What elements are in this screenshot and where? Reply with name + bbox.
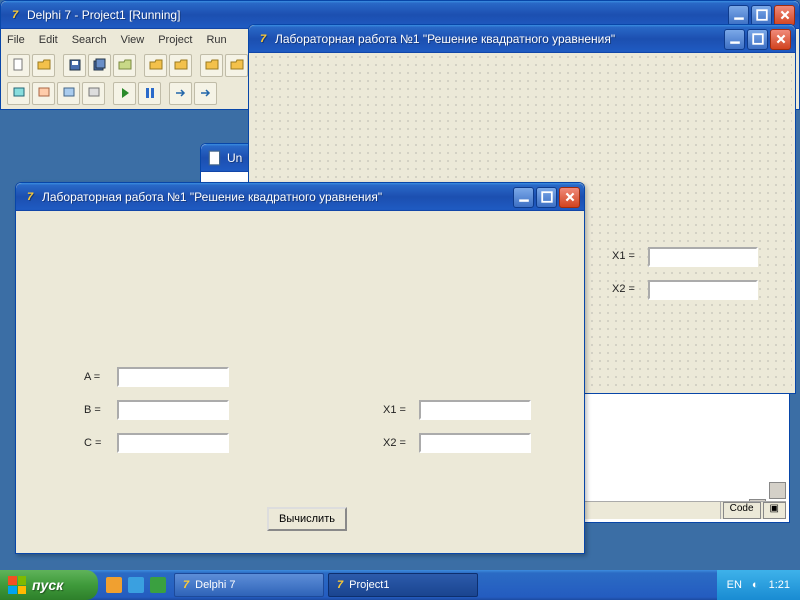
output-x1[interactable] — [419, 400, 531, 420]
label-b: B = — [84, 404, 101, 416]
designer-edit-x2[interactable] — [648, 280, 758, 300]
app-titlebar[interactable]: 7 Лабораторная работа №1 "Решение квадра… — [16, 183, 584, 211]
menu-file[interactable]: File — [7, 34, 25, 46]
delphi-icon: 7 — [22, 189, 38, 205]
save-button[interactable] — [63, 54, 86, 77]
folder1-button[interactable] — [144, 54, 167, 77]
ide-title: Delphi 7 - Project1 [Running] — [27, 8, 726, 22]
quicklaunch — [106, 577, 166, 593]
close-button[interactable] — [770, 29, 791, 50]
folder4-button[interactable] — [225, 54, 248, 77]
system-tray: EN ◐ 1:21 — [717, 570, 800, 600]
saveall-button[interactable] — [88, 54, 111, 77]
run-button[interactable] — [113, 82, 136, 105]
clock: 1:21 — [769, 579, 790, 591]
menu-run[interactable]: Run — [206, 34, 226, 46]
maximize-button[interactable] — [747, 29, 768, 50]
label-x1: X1 = — [383, 404, 406, 416]
minimize-button[interactable] — [513, 187, 534, 208]
label-x2: X2 = — [383, 437, 406, 449]
designer-label-x1[interactable]: X1 = — [612, 250, 635, 262]
view3-button[interactable] — [57, 82, 80, 105]
input-c[interactable] — [117, 433, 229, 453]
view2-button[interactable] — [32, 82, 55, 105]
delphi-icon: 7 — [7, 7, 23, 23]
start-button[interactable]: пуск — [0, 570, 98, 600]
app-client-area: A = B = C = X1 = X2 = Вычислить — [19, 211, 581, 550]
running-app-window: 7 Лабораторная работа №1 "Решение квадра… — [15, 182, 585, 554]
doc-icon — [207, 150, 223, 166]
maximize-button[interactable] — [751, 5, 772, 26]
tray-icon[interactable]: ◐ — [752, 579, 759, 591]
open-button[interactable] — [32, 54, 55, 77]
start-label: пуск — [32, 577, 63, 593]
ql-icon-3[interactable] — [150, 577, 166, 593]
scrollbar-down-icon[interactable] — [769, 482, 786, 499]
taskbar-item-delphi[interactable]: 7 Delphi 7 — [174, 573, 324, 597]
view4-button[interactable] — [82, 82, 105, 105]
menu-edit[interactable]: Edit — [39, 34, 58, 46]
designer-edit-x1[interactable] — [648, 247, 758, 267]
taskbar: пуск 7 Delphi 7 7 Project1 EN ◐ 1:21 — [0, 570, 800, 600]
diagram-tab-icon[interactable]: ▣ — [763, 502, 786, 519]
new-button[interactable] — [7, 54, 30, 77]
step2-button[interactable] — [194, 82, 217, 105]
designer-label-x2[interactable]: X2 = — [612, 283, 635, 295]
close-button[interactable] — [774, 5, 795, 26]
minimize-button[interactable] — [728, 5, 749, 26]
minimize-button[interactable] — [724, 29, 745, 50]
open-project-button[interactable] — [113, 54, 136, 77]
step-button[interactable] — [169, 82, 192, 105]
ql-icon-1[interactable] — [106, 577, 122, 593]
code-tab[interactable]: Code — [723, 502, 761, 519]
designer-titlebar[interactable]: 7 Лабораторная работа №1 "Решение квадра… — [249, 25, 795, 53]
delphi-icon: 7 — [255, 31, 271, 47]
input-b[interactable] — [117, 400, 229, 420]
output-x2[interactable] — [419, 433, 531, 453]
app-title: Лабораторная работа №1 "Решение квадратн… — [42, 190, 511, 204]
delphi-icon: 7 — [183, 579, 189, 591]
close-button[interactable] — [559, 187, 580, 208]
language-indicator[interactable]: EN — [727, 579, 742, 591]
menu-view[interactable]: View — [121, 34, 145, 46]
label-a: A = — [84, 371, 100, 383]
folder3-button[interactable] — [200, 54, 223, 77]
designer-title: Лабораторная работа №1 "Решение квадратн… — [275, 32, 722, 46]
maximize-button[interactable] — [536, 187, 557, 208]
windows-logo-icon — [8, 576, 26, 594]
menu-project[interactable]: Project — [158, 34, 192, 46]
calculate-button[interactable]: Вычислить — [267, 507, 347, 531]
ql-icon-2[interactable] — [128, 577, 144, 593]
task-delphi-label: Delphi 7 — [195, 579, 235, 591]
pause-button[interactable] — [138, 82, 161, 105]
label-c: C = — [84, 437, 101, 449]
menu-search[interactable]: Search — [72, 34, 107, 46]
view1-button[interactable] — [7, 82, 30, 105]
taskbar-item-project[interactable]: 7 Project1 — [328, 573, 478, 597]
task-project-label: Project1 — [349, 579, 389, 591]
delphi-icon: 7 — [337, 579, 343, 591]
input-a[interactable] — [117, 367, 229, 387]
folder2-button[interactable] — [169, 54, 192, 77]
